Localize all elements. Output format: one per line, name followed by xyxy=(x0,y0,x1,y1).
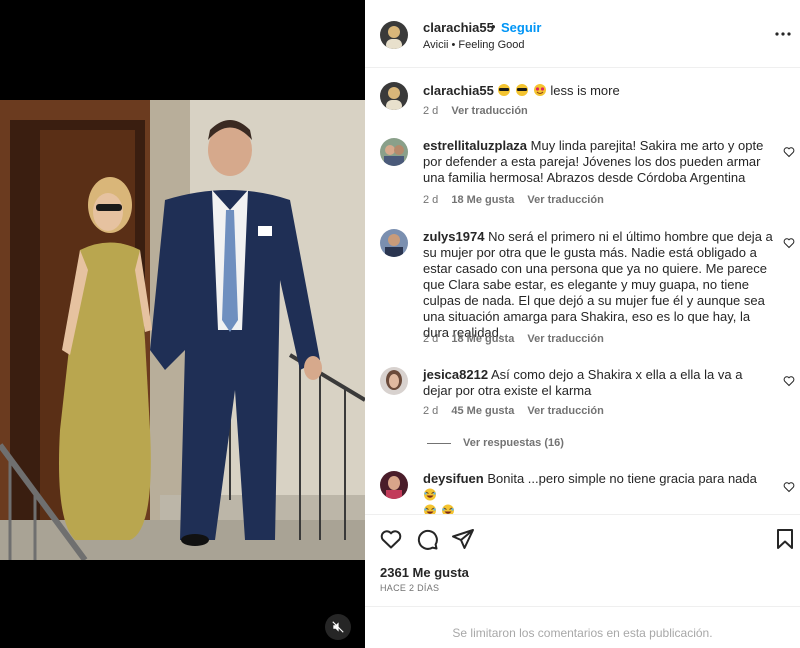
comment-username[interactable]: zulys1974 xyxy=(423,229,484,244)
comments-list[interactable]: clarachia55 less is more 2 d Ver traducc… xyxy=(365,69,800,514)
post-photo[interactable] xyxy=(0,100,365,560)
music-label[interactable]: Avicii • Feeling Good xyxy=(423,39,524,51)
comment-like-heart-icon[interactable] xyxy=(783,375,795,387)
author-avatar[interactable] xyxy=(380,21,408,49)
commenter-avatar[interactable] xyxy=(380,138,408,166)
post-media[interactable] xyxy=(0,0,365,648)
separator-dot: • xyxy=(491,19,496,34)
sunglasses-emoji-icon xyxy=(497,83,532,98)
author-username[interactable]: clarachia55 xyxy=(423,20,494,35)
comment-age: 2 d xyxy=(423,333,439,345)
comment-icon[interactable] xyxy=(415,527,439,551)
comment-likes[interactable]: 18 Me gusta xyxy=(451,194,514,206)
likes-count[interactable]: 2361 Me gusta xyxy=(380,565,469,580)
view-replies-label: Ver respuestas (16) xyxy=(463,437,564,449)
comment-likes[interactable]: 18 Me gusta xyxy=(451,333,514,345)
caption-text: less is more xyxy=(550,83,620,98)
commenter-avatar[interactable] xyxy=(380,229,408,257)
comment-like-heart-icon[interactable] xyxy=(783,146,795,158)
caption-username[interactable]: clarachia55 xyxy=(423,83,494,98)
comment-translate-link[interactable]: Ver traducción xyxy=(527,333,603,345)
comment-likes[interactable]: 45 Me gusta xyxy=(451,405,514,417)
comment-username[interactable]: estrellitaluzplaza xyxy=(423,138,527,153)
post-time: HACE 2 DÍAS xyxy=(380,583,440,593)
caption-translate-link[interactable]: Ver traducción xyxy=(451,105,527,117)
heart-icon[interactable] xyxy=(379,527,403,551)
heart-eyes-emoji-icon xyxy=(533,83,551,98)
commenter-avatar[interactable] xyxy=(380,471,408,499)
comment-translate-link[interactable]: Ver traducción xyxy=(527,194,603,206)
post-panel: clarachia55 • Seguir Avicii • Feeling Go… xyxy=(365,0,800,648)
follow-button[interactable]: Seguir xyxy=(501,20,541,35)
comment-age: 2 d xyxy=(423,405,439,417)
author-avatar[interactable] xyxy=(380,82,408,110)
laughing-emoji-icon xyxy=(423,487,437,502)
view-replies-button[interactable]: Ver respuestas (16) xyxy=(427,437,564,449)
comment-age: 2 d xyxy=(423,194,439,206)
comment-username[interactable]: jesica8212 xyxy=(423,367,488,382)
bookmark-icon[interactable] xyxy=(773,527,797,551)
comment-username[interactable]: deysifuen xyxy=(423,471,484,486)
caption-age: 2 d xyxy=(423,105,439,117)
mute-icon xyxy=(332,621,344,633)
comments-limited-bar: Se limitaron los comentarios en esta pub… xyxy=(365,606,800,648)
more-icon xyxy=(775,32,791,36)
comment-translate-link[interactable]: Ver traducción xyxy=(527,405,603,417)
more-options-button[interactable] xyxy=(773,24,793,44)
mute-button[interactable] xyxy=(325,614,351,640)
laughing-emoji-icon xyxy=(423,503,455,514)
replies-divider xyxy=(427,442,451,444)
comment-text: Bonita ...pero simple no tiene gracia pa… xyxy=(487,471,757,486)
commenter-avatar[interactable] xyxy=(380,367,408,395)
share-icon[interactable] xyxy=(451,527,475,551)
comments-limited-text: Se limitaron los comentarios en esta pub… xyxy=(452,626,713,640)
comment-like-heart-icon[interactable] xyxy=(783,481,795,493)
comment-like-heart-icon[interactable] xyxy=(783,237,795,249)
post-header: clarachia55 • Seguir Avicii • Feeling Go… xyxy=(365,0,800,68)
photo-illustration xyxy=(0,100,365,560)
post-actions: 2361 Me gusta HACE 2 DÍAS xyxy=(365,514,800,606)
comment-text: No será el primero ni el último hombre q… xyxy=(423,229,773,340)
